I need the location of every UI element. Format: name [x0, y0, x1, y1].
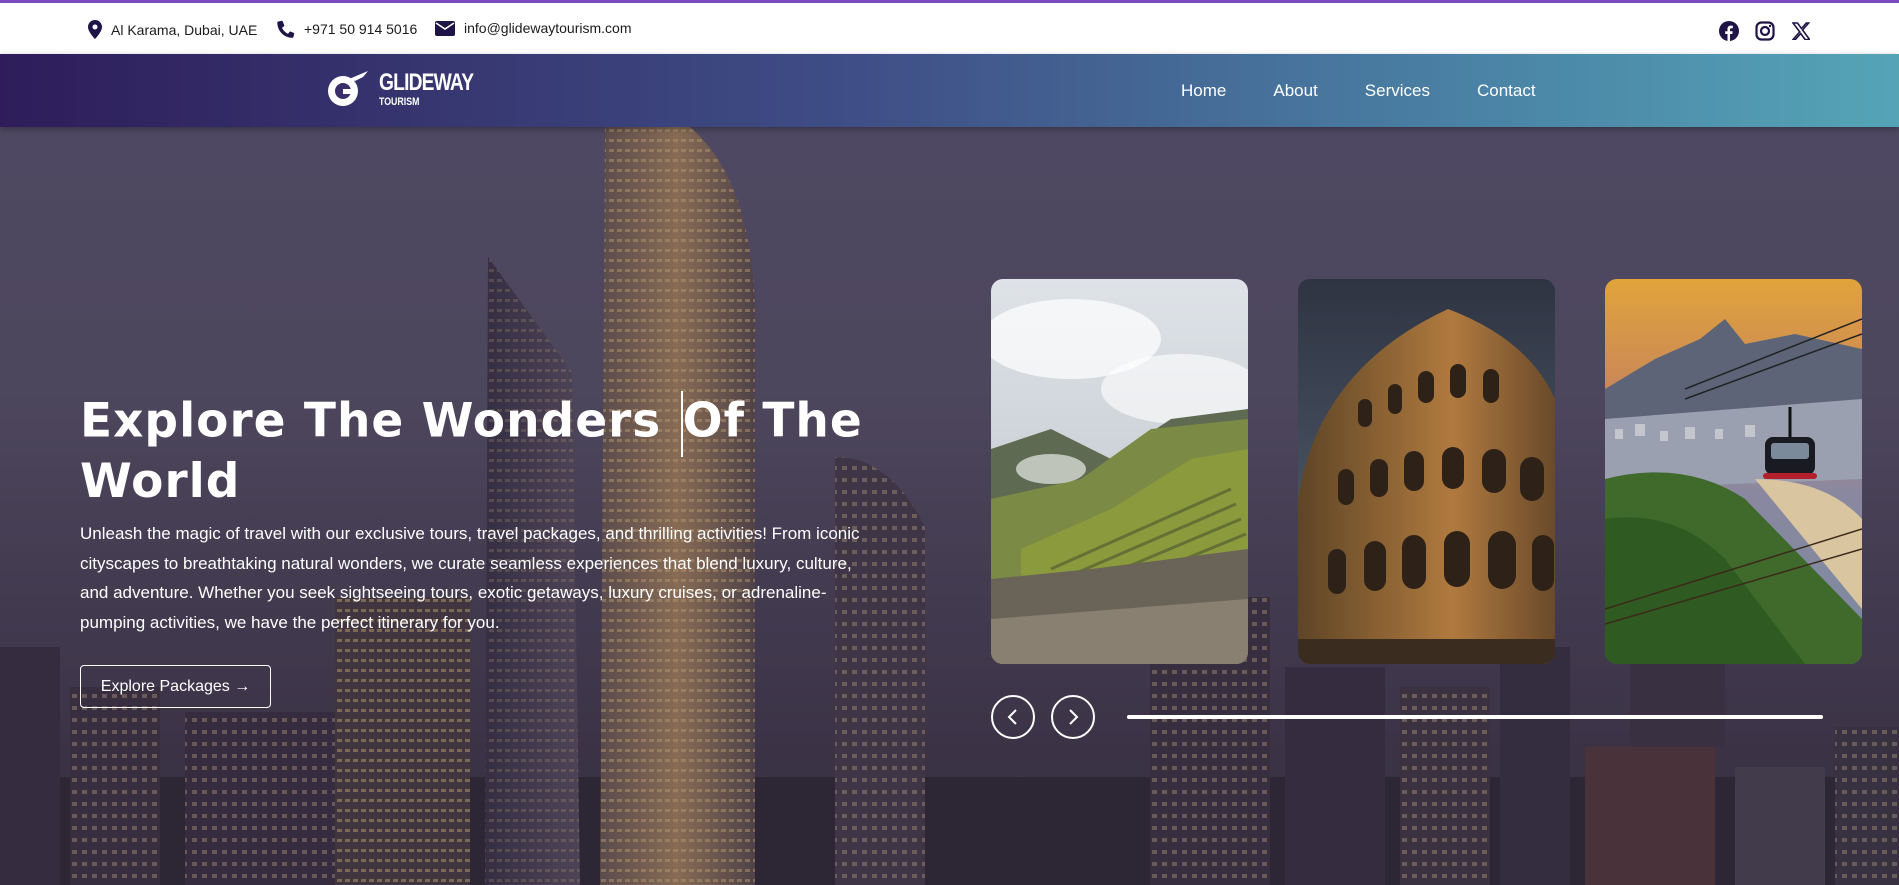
phone-icon	[277, 20, 295, 38]
slider-progress-bar	[1127, 715, 1823, 719]
hero-description: Unleash the magic of travel with our exc…	[80, 524, 860, 632]
email-info[interactable]: info@glidewaytourism.com	[435, 20, 632, 36]
nav-link-about[interactable]: About	[1273, 81, 1317, 101]
chevron-left-icon	[1007, 709, 1017, 725]
location-pin-icon	[88, 20, 102, 39]
location-info: Al Karama, Dubai, UAE	[88, 20, 257, 39]
instagram-icon[interactable]	[1754, 20, 1776, 42]
phone-info[interactable]: +971 50 914 5016	[277, 20, 417, 38]
hero-section: Explore The Wonders Of The World Unleash…	[0, 127, 1899, 885]
envelope-icon	[435, 20, 455, 36]
explore-packages-button[interactable]: Explore Packages →	[80, 665, 271, 708]
destination-card-rio[interactable]	[1605, 279, 1862, 664]
destination-card-colosseum[interactable]	[1298, 279, 1555, 664]
phone-text: +971 50 914 5016	[304, 21, 418, 37]
nav-link-services[interactable]: Services	[1365, 81, 1430, 101]
nav-links: Home About Services Contact	[1181, 81, 1583, 101]
glideway-logo-icon	[328, 71, 368, 106]
destination-card-machu-picchu[interactable]	[991, 279, 1248, 664]
slider-prev-button[interactable]	[991, 695, 1035, 739]
logo-subtitle: TOURISM	[379, 95, 420, 108]
slider-progress-fill	[1127, 715, 1823, 719]
location-text: Al Karama, Dubai, UAE	[111, 21, 258, 38]
facebook-icon[interactable]	[1718, 20, 1740, 42]
logo-wordmark: GLIDEWAY	[379, 68, 474, 96]
chevron-right-icon	[1069, 709, 1079, 725]
nav-link-home[interactable]: Home	[1181, 81, 1226, 101]
hero-title-part-1: Explore The Wonders	[80, 393, 679, 449]
machu-picchu-image	[991, 279, 1248, 664]
site-logo[interactable]: GLIDEWAY TOURISM	[325, 69, 497, 109]
hero-title: Explore The Wonders Of The World	[80, 391, 880, 506]
top-contact-bar: Al Karama, Dubai, UAE +971 50 914 5016 i…	[0, 0, 1899, 54]
slider-next-button[interactable]	[1051, 695, 1095, 739]
nav-link-contact[interactable]: Contact	[1477, 81, 1536, 101]
email-text: info@glidewaytourism.com	[464, 20, 632, 36]
rio-cable-car-image	[1605, 279, 1862, 664]
x-icon[interactable]	[1790, 20, 1812, 42]
main-navbar: GLIDEWAY TOURISM Home About Services Con…	[0, 54, 1899, 127]
colosseum-image	[1298, 279, 1555, 664]
social-links	[1718, 20, 1826, 42]
